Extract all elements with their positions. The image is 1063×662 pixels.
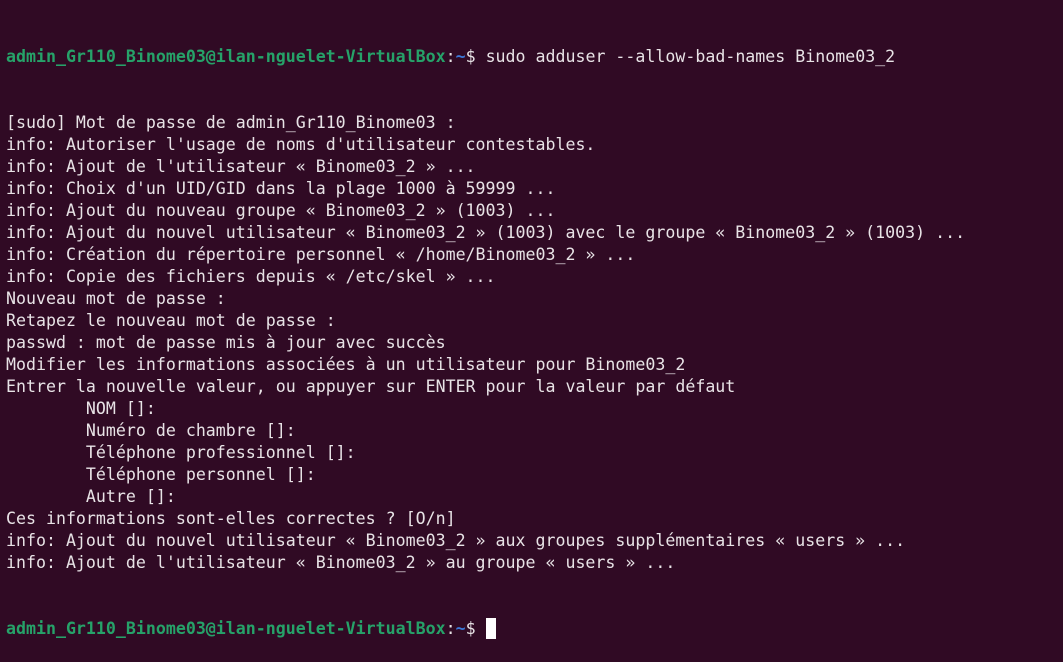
command-text: sudo adduser --allow-bad-names Binome03_… [485, 47, 896, 66]
command-line: admin_Gr110_Binome03@ilan-nguelet-Virtua… [6, 46, 965, 68]
text-cursor [485, 618, 496, 639]
output-line: Numéro de chambre []: [6, 421, 296, 440]
output-line: Ces informations sont-elles correctes ? … [6, 509, 456, 528]
prompt-colon: : [445, 619, 456, 638]
output-line: passwd : mot de passe mis à jour avec su… [6, 333, 446, 352]
output-line: Autre []: [6, 487, 176, 506]
prompt-symbol: $ [465, 619, 486, 638]
output-line: info: Copie des fichiers depuis « /etc/s… [6, 267, 496, 286]
output-line: info: Ajout du nouvel utilisateur « Bino… [6, 223, 966, 242]
output-line: info: Ajout du nouvel utilisateur « Bino… [6, 531, 906, 550]
prompt-user-host: admin_Gr110_Binome03@ilan-nguelet-Virtua… [6, 47, 446, 66]
output-line: info: Ajout de l'utilisateur « Binome03_… [6, 553, 676, 572]
output-line: NOM []: [6, 399, 156, 418]
output-line: Retapez le nouveau mot de passe : [6, 311, 336, 330]
prompt-path: ~ [455, 619, 466, 638]
output-line: [sudo] Mot de passe de admin_Gr110_Binom… [6, 113, 456, 132]
output-line: Entrer la nouvelle valeur, ou appuyer su… [6, 377, 736, 396]
output-line: Téléphone personnel []: [6, 465, 316, 484]
active-prompt-line[interactable]: admin_Gr110_Binome03@ilan-nguelet-Virtua… [6, 618, 965, 640]
output-line: Nouveau mot de passe : [6, 289, 226, 308]
prompt-user-host: admin_Gr110_Binome03@ilan-nguelet-Virtua… [6, 619, 446, 638]
output-line: info: Création du répertoire personnel «… [6, 245, 636, 264]
output-line: info: Ajout du nouveau groupe « Binome03… [6, 201, 556, 220]
output-line: Modifier les informations associées à un… [6, 355, 686, 374]
prompt-symbol: $ [465, 47, 486, 66]
output-line: info: Choix d'un UID/GID dans la plage 1… [6, 179, 556, 198]
output-line: info: Ajout de l'utilisateur « Binome03_… [6, 157, 476, 176]
output-line: info: Autoriser l'usage de noms d'utilis… [6, 135, 596, 154]
output-line: Téléphone professionnel []: [6, 443, 356, 462]
prompt-path: ~ [455, 47, 466, 66]
terminal-output[interactable]: admin_Gr110_Binome03@ilan-nguelet-Virtua… [6, 2, 965, 662]
prompt-colon: : [445, 47, 456, 66]
